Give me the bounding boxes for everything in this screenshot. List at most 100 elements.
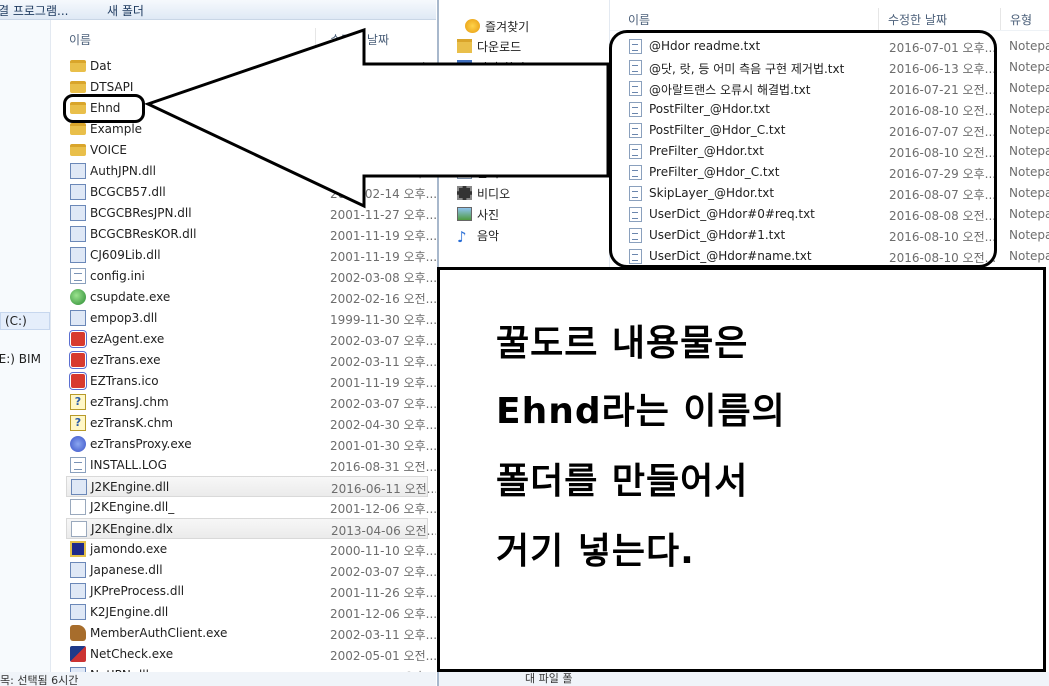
- file-row[interactable]: Dat 2015-11-21 오전...: [66, 56, 436, 77]
- file-row[interactable]: ? ezTransJ.chm 2002-03-07 오후...: [66, 392, 436, 413]
- programs-menu-button[interactable]: 결 프로그램...: [0, 2, 68, 19]
- column-separator[interactable]: [878, 8, 879, 30]
- file-name: MemberAuthClient.exe: [90, 626, 228, 640]
- proxy-icon: [70, 436, 86, 452]
- file-name: J2KEngine.dlx: [91, 522, 174, 536]
- folder-icon: [70, 81, 86, 93]
- file-type: Notepad: [1009, 165, 1049, 179]
- file-date: 2001-12-06 오후...: [330, 502, 436, 516]
- column-separator[interactable]: [315, 28, 316, 48]
- file-name: ezTransJ.chm: [90, 395, 169, 409]
- file-row[interactable]: BCGCBResKOR.dll 2001-11-19 오후...: [66, 224, 436, 245]
- file-name: DTSAPI: [90, 80, 134, 94]
- nav-drive-e-label: (E:) BIM: [0, 352, 41, 366]
- file-row[interactable]: K2JEngine.dll 2001-12-06 오후...: [66, 602, 436, 623]
- file-date: 2002-05-01 오전...: [330, 649, 436, 663]
- file-date: 2001-11-27 오후...: [330, 208, 436, 222]
- eztrans-icon: [70, 373, 86, 389]
- date-column-header[interactable]: 수정한 날짜: [330, 31, 389, 48]
- file-row[interactable]: BCGCB57.dll 2002-02-14 오후...: [66, 182, 436, 203]
- file-date: 1999-11-30 오후...: [330, 313, 436, 327]
- file-row[interactable]: JKPreProcess.dll 2001-11-26 오후...: [66, 581, 436, 602]
- status-text: 목: 선택됨 6시간: [0, 674, 79, 686]
- file-list-highlight-outline: [609, 30, 997, 268]
- nav-item-label: 바탕 화면: [477, 61, 525, 75]
- nav-item-label: 문서: [477, 166, 500, 180]
- dll-icon: [70, 583, 86, 599]
- file-name: BCGCB57.dll: [90, 185, 166, 199]
- file-date: 2002-03-08 오후...: [330, 271, 436, 285]
- file-name: BCGCBResKOR.dll: [90, 227, 197, 241]
- file-date: 2015-10-31 오전...: [330, 145, 436, 159]
- file-name: ezTransProxy.exe: [90, 437, 192, 451]
- nav-item-label: 즐겨찾기: [485, 20, 530, 34]
- new-folder-button[interactable]: 새 폴더: [107, 2, 144, 19]
- file-date: 2001-12-06 오후...: [330, 607, 436, 621]
- file-row[interactable]: ? ezTransK.chm 2002-04-30 오후...: [66, 413, 436, 434]
- name-column-header[interactable]: 이름: [628, 11, 650, 28]
- file-row[interactable]: AuthJPN.dll 2001-03-05 오후...: [66, 161, 436, 182]
- download-folder-icon: [457, 39, 472, 53]
- nav-item-label: 비디오: [477, 187, 511, 201]
- file-row[interactable]: csupdate.exe 2002-02-16 오전...: [66, 287, 436, 308]
- file-row[interactable]: BCGCBResJPN.dll 2001-11-27 오후...: [66, 203, 436, 224]
- left-navigation-pane: (C:) (E:) BIM: [0, 20, 51, 686]
- star-icon: [465, 19, 480, 33]
- file-type: Notepad: [1009, 102, 1049, 116]
- file-name: AuthJPN.dll: [90, 164, 156, 178]
- file-row[interactable]: INSTALL.LOG 2016-08-31 오전...: [66, 455, 436, 476]
- file-type: Notepad: [1009, 144, 1049, 158]
- file-date: 2016-08-31 오전...: [330, 460, 436, 474]
- ehnd-folder-highlight-outline: [63, 94, 145, 123]
- nav-drive-c[interactable]: (C:): [0, 312, 50, 330]
- file-name: ezTransK.chm: [90, 416, 173, 430]
- file-row[interactable]: Japanese.dll 2002-03-07 오후...: [66, 560, 436, 581]
- name-column-header[interactable]: 이름: [69, 31, 91, 48]
- file-row[interactable]: J2KEngine.dll 2016-06-11 오전...: [66, 476, 436, 497]
- file-row[interactable]: MemberAuthClient.exe 2002-03-11 오후...: [66, 623, 436, 644]
- file-name: JKPreProcess.dll: [90, 584, 185, 598]
- file-name: Japanese.dll: [90, 563, 163, 577]
- type-column-header[interactable]: 유형: [1010, 11, 1032, 28]
- file-type: Notepad: [1009, 39, 1049, 53]
- note-line-4: 거기 넣는다.: [496, 531, 695, 572]
- file-date: 2001-11-26 오후...: [330, 586, 436, 600]
- file-row[interactable]: J2KEngine.dll_ 2001-12-06 오후...: [66, 497, 436, 518]
- globe-icon: [70, 289, 86, 305]
- log-icon: [70, 457, 86, 473]
- file-type: Notepad: [1009, 123, 1049, 137]
- file-row[interactable]: jamondo.exe 2000-11-10 오후...: [66, 539, 436, 560]
- file-type: Notepad: [1009, 81, 1049, 95]
- note-line-1: 꿀도르 내용물은: [496, 323, 749, 364]
- file-row[interactable]: EZTrans.ico 2001-11-19 오후...: [66, 371, 436, 392]
- file-name: config.ini: [90, 269, 145, 283]
- file-row[interactable]: J2KEngine.dlx 2013-04-06 오전...: [66, 518, 436, 539]
- nav-drive-e[interactable]: (E:) BIM: [0, 352, 41, 366]
- dll-icon: [70, 184, 86, 200]
- file-row[interactable]: ezTransProxy.exe 2001-01-30 오후...: [66, 434, 436, 455]
- file-row[interactable]: VOICE 2015-10-31 오전...: [66, 140, 436, 161]
- file-name: ezTrans.exe: [90, 353, 161, 367]
- dll-icon: [71, 479, 87, 495]
- nav-drive-c-label: (C:): [5, 314, 27, 328]
- file-date: 2002-03-11 오후...: [330, 355, 436, 369]
- file-row[interactable]: ezAgent.exe 2002-03-07 오후...: [66, 329, 436, 350]
- file-name: EZTrans.ico: [90, 374, 159, 388]
- file-date: 2015-11-21 오전...: [330, 82, 436, 96]
- column-separator[interactable]: [1000, 8, 1001, 30]
- dll-icon: [70, 562, 86, 578]
- file-date: 2002-02-16 오전...: [330, 292, 436, 306]
- file-row[interactable]: config.ini 2002-03-08 오후...: [66, 266, 436, 287]
- date-column-header[interactable]: 수정한 날짜: [888, 11, 947, 28]
- file-date: 2015-11-21 오전...: [330, 61, 436, 75]
- file-date: 2016-06-11 오전...: [331, 482, 436, 496]
- right-navigation-pane: 즐겨찾기 다운로드 바탕 화면 Subversion 문서 비디오 사진 ♪ 음악: [439, 0, 610, 270]
- nav-item-label: 다운로드: [477, 40, 522, 54]
- file-date: 2002-03-07 오후...: [330, 397, 436, 411]
- file-row[interactable]: CJ609Lib.dll 2001-11-19 오후...: [66, 245, 436, 266]
- ini-icon: [70, 268, 86, 284]
- file-row[interactable]: ezTrans.exe 2002-03-11 오후...: [66, 350, 436, 371]
- file-row[interactable]: empop3.dll 1999-11-30 오후...: [66, 308, 436, 329]
- file-row[interactable]: NetCheck.exe 2002-05-01 오전...: [66, 644, 436, 665]
- file-name: K2JEngine.dll: [90, 605, 169, 619]
